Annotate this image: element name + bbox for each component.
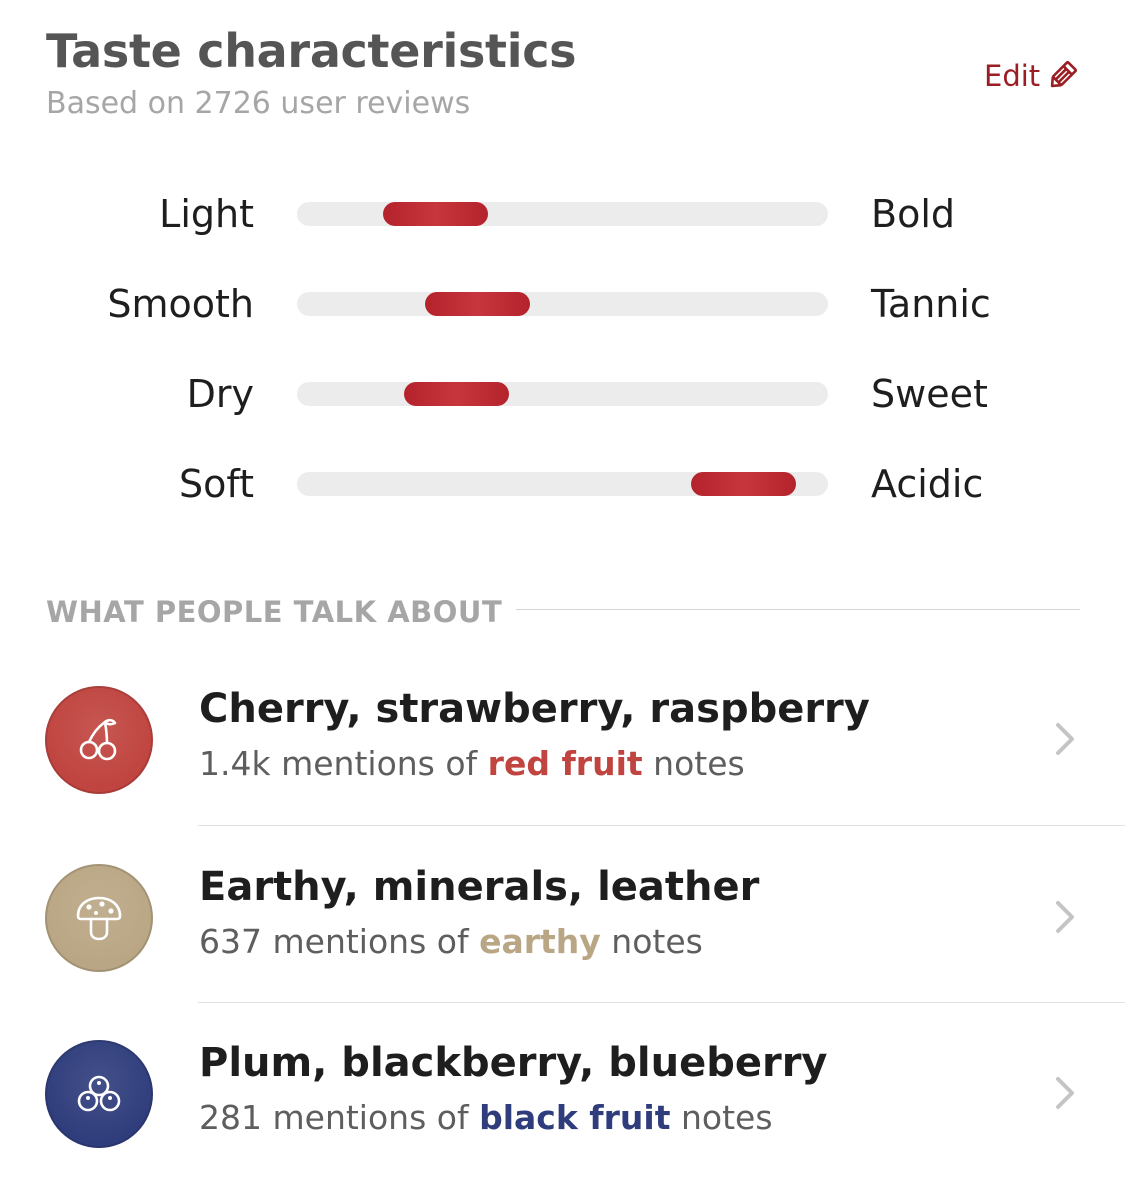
- taste-scale-dry-sweet: Dry Sweet: [0, 364, 1125, 424]
- scale-left-label: Light: [159, 192, 254, 236]
- note-mentions: 1.4k mentions of red fruit notes: [199, 744, 745, 783]
- pencil-icon: [1046, 60, 1078, 92]
- mention-suffix: notes: [653, 744, 745, 783]
- note-category: black fruit: [479, 1098, 671, 1137]
- scale-right-label: Bold: [871, 192, 955, 236]
- edit-label: Edit: [984, 59, 1041, 93]
- scale-marker: [382, 202, 488, 226]
- scale-track: [297, 202, 828, 226]
- scale-right-label: Sweet: [871, 372, 988, 416]
- note-item-black-fruit[interactable]: Plum, blackberry, blueberry 281 mentions…: [0, 1018, 1125, 1168]
- note-mentions: 281 mentions of black fruit notes: [199, 1098, 773, 1137]
- note-title: Plum, blackberry, blueberry: [199, 1040, 828, 1086]
- note-item-red-fruit[interactable]: Cherry, strawberry, raspberry 1.4k menti…: [0, 664, 1125, 814]
- section-divider: [516, 609, 1080, 610]
- note-mentions: 637 mentions of earthy notes: [199, 922, 703, 961]
- note-category: red fruit: [487, 744, 643, 783]
- note-icon-badge: [45, 864, 153, 972]
- taste-scale-smooth-tannic: Smooth Tannic: [0, 274, 1125, 334]
- chevron-right-icon: [1056, 901, 1074, 933]
- note-category: earthy: [479, 922, 601, 961]
- mention-suffix: notes: [681, 1098, 773, 1137]
- edit-button[interactable]: Edit: [984, 56, 1078, 96]
- scale-track: [297, 382, 828, 406]
- review-count-subtitle: Based on 2726 user reviews: [46, 86, 471, 121]
- scale-right-label: Tannic: [871, 282, 991, 326]
- list-divider: [198, 1002, 1125, 1003]
- scale-right-label: Acidic: [871, 462, 984, 506]
- note-title: Earthy, minerals, leather: [199, 864, 760, 910]
- mention-count: 637: [199, 922, 262, 961]
- mention-suffix: notes: [611, 922, 703, 961]
- scale-left-label: Smooth: [107, 282, 254, 326]
- mention-prefix: mentions of: [281, 744, 478, 783]
- note-icon-badge: [45, 1040, 153, 1148]
- scale-marker: [403, 382, 509, 406]
- list-divider: [198, 825, 1125, 826]
- section-title: WHAT PEOPLE TALK ABOUT: [46, 595, 503, 629]
- scale-left-label: Soft: [179, 462, 254, 506]
- chevron-right-icon: [1056, 1077, 1074, 1109]
- note-title: Cherry, strawberry, raspberry: [199, 686, 870, 732]
- note-item-earthy[interactable]: Earthy, minerals, leather 637 mentions o…: [0, 842, 1125, 992]
- mushroom-icon: [76, 896, 122, 941]
- scale-track: [297, 472, 828, 496]
- cherry-icon: [79, 718, 117, 761]
- mention-count: 1.4k: [199, 744, 271, 783]
- scale-marker: [425, 292, 531, 316]
- page-title: Taste characteristics: [46, 24, 577, 78]
- mention-prefix: mentions of: [272, 922, 469, 961]
- chevron-right-icon: [1056, 723, 1074, 755]
- taste-scale-light-bold: Light Bold: [0, 184, 1125, 244]
- berries-icon: [77, 1075, 121, 1112]
- mention-count: 281: [199, 1098, 262, 1137]
- scale-marker: [690, 472, 796, 496]
- taste-scale-soft-acidic: Soft Acidic: [0, 454, 1125, 514]
- note-icon-badge: [45, 686, 153, 794]
- scale-track: [297, 292, 828, 316]
- scale-left-label: Dry: [186, 372, 254, 416]
- mention-prefix: mentions of: [272, 1098, 469, 1137]
